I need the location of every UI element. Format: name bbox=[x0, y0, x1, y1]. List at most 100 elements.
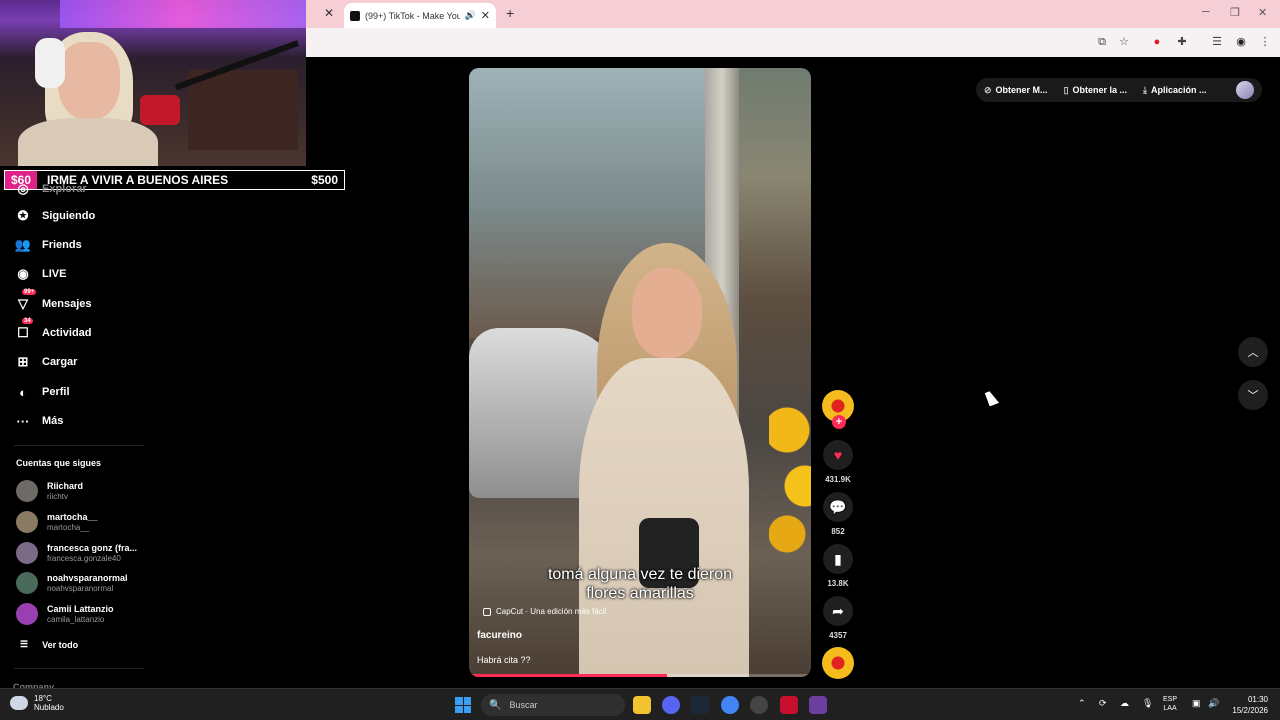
steam-icon[interactable] bbox=[691, 696, 709, 714]
see-all-button[interactable]: ☰ Ver todo bbox=[20, 639, 78, 650]
sidebar-item-cargar[interactable]: ⊞ Cargar bbox=[14, 353, 78, 371]
speaker-icon[interactable]: 🔊 bbox=[465, 10, 476, 21]
chevron-down-icon: ﹀ bbox=[1247, 390, 1259, 402]
headset bbox=[35, 38, 65, 88]
microphone-icon[interactable]: 🎙 bbox=[1142, 698, 1153, 709]
video-yellow-flowers bbox=[769, 398, 811, 558]
obs-icon[interactable] bbox=[809, 696, 827, 714]
language-code: ESP bbox=[1163, 696, 1178, 703]
video-description: Habrá cita ?? bbox=[477, 655, 531, 665]
followed-account-item[interactable]: martocha__ martocha__ bbox=[16, 511, 98, 533]
discord-icon[interactable] bbox=[662, 696, 680, 714]
search-placeholder: Buscar bbox=[509, 700, 538, 710]
share-count: 4357 bbox=[829, 631, 847, 640]
following-accounts-title: Cuentas que sigues bbox=[16, 458, 102, 468]
tray-app-icon[interactable]: ⟳ bbox=[1099, 698, 1107, 709]
tray-cloud-icon[interactable]: ☁ bbox=[1120, 698, 1129, 709]
comment-icon: 💬 bbox=[823, 492, 853, 522]
minimize-icon[interactable]: ─ bbox=[1202, 6, 1210, 18]
sidebar-item-label: Explorar bbox=[42, 183, 87, 195]
tab-close-icon[interactable]: ✕ bbox=[481, 9, 490, 22]
video-author[interactable]: facureino bbox=[477, 630, 522, 641]
new-tab-button[interactable]: + bbox=[506, 5, 514, 21]
capcut-tag[interactable]: CapCut · Una edición más fácil bbox=[483, 607, 606, 616]
more-icon: ··· bbox=[16, 413, 30, 429]
get-coins-label: Obtener M... bbox=[995, 85, 1048, 95]
get-app-button[interactable]: ▯ Obtener la ... bbox=[1056, 85, 1135, 96]
chrome-icon[interactable] bbox=[721, 696, 739, 714]
weather-widget[interactable]: 18°C Nublado bbox=[10, 694, 64, 712]
sidebar-item-siguiendo[interactable]: ✪ Siguiendo bbox=[14, 207, 96, 225]
previous-video-button[interactable]: ︿ bbox=[1238, 337, 1268, 367]
close-icon[interactable]: ✕ bbox=[324, 6, 334, 20]
account-name: Riichard bbox=[47, 481, 84, 491]
maximize-icon[interactable]: ❐ bbox=[1230, 6, 1240, 19]
windows-taskbar: 18°C Nublado 🔍 Buscar ⌃ ⟳ ☁ 🎙 ESP LAA ▣ … bbox=[0, 688, 1280, 720]
get-coins-button[interactable]: ⊘ Obtener M... bbox=[976, 85, 1056, 96]
save-count: 13.8K bbox=[827, 579, 849, 588]
download-icon: ⤓ bbox=[1143, 84, 1148, 95]
desktop-app-button[interactable]: ⤓ Aplicación ... bbox=[1135, 85, 1215, 96]
windows-start-icon[interactable] bbox=[455, 697, 471, 713]
sidebar-item-friends[interactable]: 👥 Friends bbox=[14, 236, 82, 254]
cloud-icon bbox=[10, 696, 28, 710]
sidebar-item-mensajes[interactable]: ▽ 99+ Mensajes bbox=[14, 289, 92, 313]
app-icon[interactable] bbox=[750, 696, 768, 714]
get-app-label: Obtener la ... bbox=[1072, 85, 1128, 95]
sidebar-item-label: Actividad bbox=[42, 327, 92, 339]
system-clock[interactable]: 01:30 15/2/2026 bbox=[1226, 694, 1268, 716]
volume-icon[interactable]: 🔊 bbox=[1208, 698, 1219, 709]
next-video-button[interactable]: ﹀ bbox=[1238, 380, 1268, 410]
clock-time: 01:30 bbox=[1247, 695, 1268, 704]
live-icon: ◉ bbox=[17, 266, 29, 281]
user-avatar[interactable] bbox=[1236, 81, 1254, 99]
sidebar-item-explorar[interactable]: ◎ Explorar bbox=[14, 180, 87, 198]
extensions-icon[interactable]: ✚ bbox=[1175, 35, 1189, 49]
bookmark-icon: ▮ bbox=[823, 544, 853, 574]
video-player[interactable]: tomá alguna vez te dieron flores amarill… bbox=[469, 68, 811, 677]
tray-overflow-icon[interactable]: ⌃ bbox=[1078, 698, 1086, 709]
share-button[interactable]: ➦ 4357 bbox=[822, 596, 854, 640]
network-icon[interactable]: ▣ bbox=[1192, 698, 1201, 709]
profile-avatar-icon[interactable]: ◉ bbox=[1234, 35, 1248, 49]
upload-icon: ⊞ bbox=[17, 354, 29, 369]
search-icon: 🔍 bbox=[489, 699, 502, 711]
background-object bbox=[140, 95, 180, 125]
top-action-bar: ⊘ Obtener M... ▯ Obtener la ... ⤓ Aplica… bbox=[976, 78, 1262, 102]
menu-kebab-icon[interactable]: ⋮ bbox=[1258, 35, 1272, 49]
browser-tab-tiktok[interactable]: (99+) TikTok - Make Your Da 🔊 ✕ bbox=[344, 3, 496, 28]
sidebar-item-perfil[interactable]: ◐ Perfil bbox=[14, 383, 69, 401]
window-close-icon[interactable]: ✕ bbox=[1258, 6, 1267, 19]
app-icon[interactable] bbox=[780, 696, 798, 714]
profile-icon: ◐ bbox=[19, 384, 27, 400]
language-indicator[interactable]: ESP LAA bbox=[1163, 695, 1177, 713]
bookmark-star-icon[interactable]: ☆ bbox=[1117, 35, 1131, 49]
follow-plus-icon[interactable]: + bbox=[832, 415, 846, 429]
sidebar-item-label: Más bbox=[42, 415, 64, 427]
file-explorer-icon[interactable] bbox=[633, 696, 651, 714]
like-button[interactable]: ♥ 431.9K bbox=[822, 440, 854, 484]
opera-icon[interactable]: ● bbox=[1150, 35, 1164, 49]
activity-icon: ☐ 34 bbox=[17, 318, 33, 340]
account-name: Camii Lattanzio bbox=[47, 604, 114, 614]
followed-account-item[interactable]: Riichard riichtv bbox=[16, 480, 83, 502]
followed-account-item[interactable]: noahvsparanormal noahvsparanormal bbox=[16, 572, 128, 594]
save-button[interactable]: ▮ 13.8K bbox=[822, 544, 854, 588]
reading-list-icon[interactable]: ☰ bbox=[1210, 35, 1224, 49]
followed-account-item[interactable]: Camii Lattanzio camila_lattanzio bbox=[16, 603, 114, 625]
sidebar-item-label: Siguiendo bbox=[42, 210, 96, 222]
comment-button[interactable]: 💬 852 bbox=[822, 492, 854, 536]
streamer-body bbox=[18, 118, 158, 166]
see-all-label: Ver todo bbox=[42, 639, 79, 650]
music-disc-icon[interactable] bbox=[822, 647, 854, 679]
followed-account-item[interactable]: francesca gonz (fra... francesca.gonzale… bbox=[16, 542, 137, 564]
tab-title: (99+) TikTok - Make Your Da bbox=[365, 10, 460, 21]
install-app-icon[interactable]: ⧉ bbox=[1095, 35, 1109, 49]
taskbar-search[interactable]: 🔍 Buscar bbox=[481, 694, 625, 716]
sidebar-item-actividad[interactable]: ☐ 34 Actividad bbox=[14, 318, 92, 342]
friends-icon: 👥 bbox=[14, 237, 32, 252]
video-progress-bar[interactable] bbox=[469, 674, 811, 677]
capcut-icon bbox=[483, 607, 491, 616]
sidebar-item-mas[interactable]: ··· Más bbox=[14, 412, 64, 430]
sidebar-item-live[interactable]: ◉ LIVE bbox=[14, 265, 66, 283]
